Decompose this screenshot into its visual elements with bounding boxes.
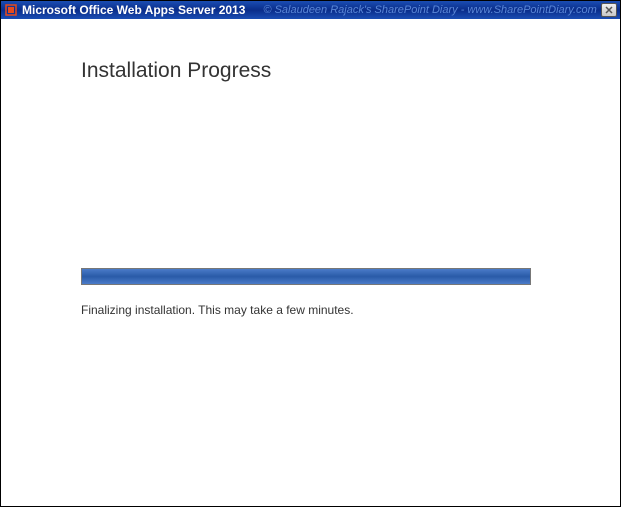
page-title: Installation Progress — [81, 59, 540, 83]
window-title: Microsoft Office Web Apps Server 2013 — [22, 3, 245, 17]
titlebar: Microsoft Office Web Apps Server 2013 © … — [1, 1, 620, 19]
status-text: Finalizing installation. This may take a… — [81, 303, 540, 317]
progress-section: Finalizing installation. This may take a… — [81, 268, 540, 317]
progress-bar — [81, 268, 531, 285]
close-icon — [605, 6, 613, 14]
watermark-text: © Salaudeen Rajack's SharePoint Diary - … — [263, 4, 596, 16]
content-area: Installation Progress Finalizing install… — [1, 19, 620, 317]
office-icon — [4, 3, 18, 17]
installer-window: Microsoft Office Web Apps Server 2013 © … — [0, 0, 621, 507]
close-button[interactable] — [601, 3, 617, 17]
progress-bar-fill — [82, 269, 530, 284]
